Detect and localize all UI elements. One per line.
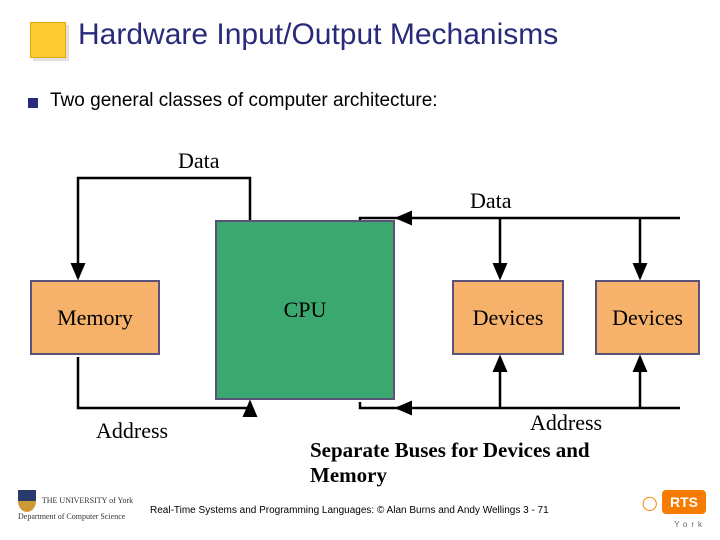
memory-box: Memory bbox=[30, 280, 160, 355]
label-address-right: Address bbox=[530, 410, 602, 436]
university-name: THE UNIVERSITY of York bbox=[42, 496, 133, 505]
devices-box-1: Devices bbox=[452, 280, 564, 355]
footer-copyright: Real-Time Systems and Programming Langua… bbox=[150, 505, 549, 516]
shield-icon bbox=[18, 490, 36, 512]
rts-badge: RTS bbox=[662, 490, 706, 514]
slide-title: Hardware Input/Output Mechanisms bbox=[78, 18, 558, 52]
cpu-box: CPU bbox=[215, 220, 395, 400]
accent-square-icon bbox=[30, 22, 66, 58]
globe-icon: ◯ bbox=[642, 494, 658, 510]
label-data-right: Data bbox=[470, 188, 512, 214]
bullet-text: Two general classes of computer architec… bbox=[50, 90, 438, 112]
bullet-icon bbox=[28, 98, 38, 108]
label-address-left: Address bbox=[96, 418, 168, 444]
devices-box-2: Devices bbox=[595, 280, 700, 355]
department-name: Department of Computer Science bbox=[18, 512, 125, 521]
label-data-top: Data bbox=[178, 148, 220, 174]
rts-logo: ◯ RTS York bbox=[642, 490, 706, 532]
diagram-caption: Separate Buses for Devices and Memory bbox=[310, 438, 640, 488]
university-logo: THE UNIVERSITY of York Department of Com… bbox=[18, 490, 133, 522]
rts-subtext: York bbox=[674, 520, 706, 529]
